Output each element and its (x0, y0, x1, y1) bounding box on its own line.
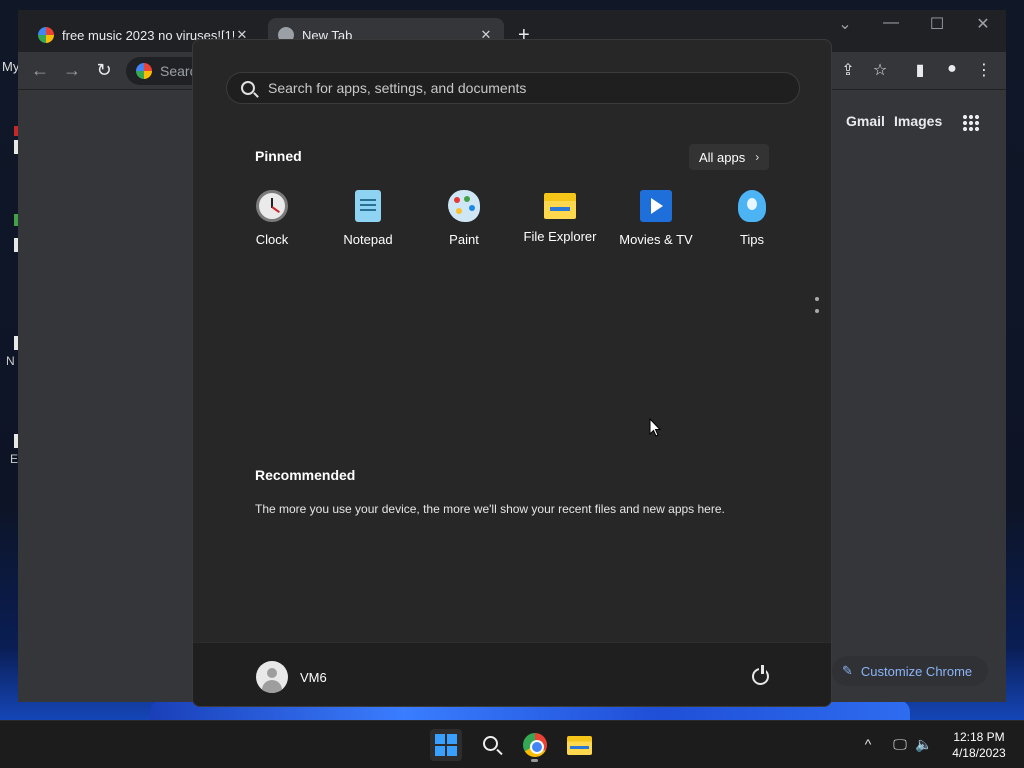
taskbar: ^ 🖵 🔈 12:18 PM 4/18/2023 (0, 720, 1024, 768)
side-panel-icon[interactable]: ▮ (908, 60, 932, 80)
taskbar-clock[interactable]: 12:18 PM 4/18/2023 (944, 729, 1014, 761)
images-link[interactable]: Images (894, 113, 942, 129)
maximize-button[interactable]: ☐ (922, 14, 952, 34)
user-name[interactable]: VM6 (300, 670, 327, 685)
reload-button[interactable]: ↻ (92, 60, 116, 81)
desktop-icon-label-my: My (2, 59, 20, 74)
clock-time: 12:18 PM (953, 730, 1005, 744)
start-search-input[interactable]: Search for apps, settings, and documents (226, 72, 800, 104)
back-button[interactable]: ← (28, 60, 52, 81)
clock-icon (256, 190, 288, 222)
pinned-app-label: Notepad (343, 232, 393, 247)
profile-icon[interactable]: ● (940, 60, 964, 78)
network-icon[interactable]: 🖵 (890, 736, 910, 753)
bookmark-star-icon[interactable]: ☆ (868, 60, 892, 80)
pinned-app-label: File Explorer (523, 229, 597, 244)
folder-icon (544, 193, 576, 219)
share-icon[interactable]: ⇪ (836, 60, 860, 80)
pencil-icon: ✎ (842, 663, 853, 678)
pinned-app-notepad[interactable]: Notepad (320, 190, 416, 247)
windows-logo-icon (435, 734, 457, 756)
desktop-icon-label: E (10, 452, 19, 466)
chrome-logo-icon (523, 733, 547, 757)
mouse-cursor-icon (649, 417, 662, 442)
search-icon (483, 736, 498, 751)
chevron-right-icon: › (755, 150, 760, 164)
pinned-app-clock[interactable]: Clock (224, 190, 320, 247)
minimize-button[interactable]: — (876, 14, 906, 32)
pinned-app-label: Paint (449, 232, 479, 247)
forward-button[interactable]: → (60, 60, 84, 81)
pinned-app-label: Movies & TV (619, 232, 693, 247)
pinned-app-label: Tips (739, 232, 765, 247)
pinned-app-file-explorer[interactable]: File Explorer (512, 190, 608, 244)
search-placeholder: Search for apps, settings, and documents (268, 80, 527, 96)
notepad-icon (355, 190, 381, 222)
volume-icon[interactable]: 🔈 (914, 736, 934, 753)
paint-icon (448, 190, 480, 222)
page-indicator[interactable] (815, 297, 819, 317)
all-apps-button[interactable]: All apps › (689, 144, 770, 170)
chrome-menu-icon[interactable]: ⋮ (972, 60, 996, 80)
pinned-app-movies-tv[interactable]: Movies & TV (608, 190, 704, 247)
taskbar-chrome-button[interactable] (519, 729, 551, 762)
pinned-heading: Pinned (255, 148, 302, 164)
movies-icon (640, 190, 672, 222)
tips-icon (738, 190, 766, 222)
start-footer: VM6 (193, 642, 831, 706)
google-favicon-icon (38, 27, 54, 43)
desktop-icon-label: N (6, 354, 15, 368)
start-menu: Search for apps, settings, and documents… (192, 39, 832, 707)
pinned-app-paint[interactable]: Paint (416, 190, 512, 247)
pinned-app-tips[interactable]: Tips (704, 190, 800, 247)
all-apps-label: All apps (699, 149, 746, 165)
search-icon (241, 81, 255, 95)
tray-chevron-icon[interactable]: ^ (858, 736, 878, 752)
folder-icon (567, 736, 592, 755)
recommended-heading: Recommended (255, 467, 356, 483)
recommended-empty-text: The more you use your device, the more w… (255, 502, 725, 516)
gmail-link[interactable]: Gmail (846, 113, 885, 129)
power-icon[interactable] (752, 665, 769, 685)
running-indicator (531, 759, 538, 762)
customize-chrome-button[interactable]: ✎ Customize Chrome (832, 656, 988, 686)
pinned-app-label: Clock (255, 232, 289, 247)
tab-search-icon[interactable]: ⌄ (830, 14, 860, 34)
clock-date: 4/18/2023 (952, 746, 1006, 760)
close-window-button[interactable]: ✕ (968, 14, 998, 34)
pinned-apps-grid: Clock Notepad Paint File Explorer Movies… (224, 190, 800, 250)
customize-chrome-label: Customize Chrome (860, 663, 973, 679)
user-avatar-icon[interactable] (256, 661, 288, 693)
google-icon (136, 63, 152, 79)
taskbar-file-explorer-button[interactable] (563, 729, 595, 761)
start-button[interactable] (430, 729, 462, 761)
google-apps-icon[interactable] (962, 114, 980, 132)
taskbar-search-button[interactable] (475, 729, 507, 761)
